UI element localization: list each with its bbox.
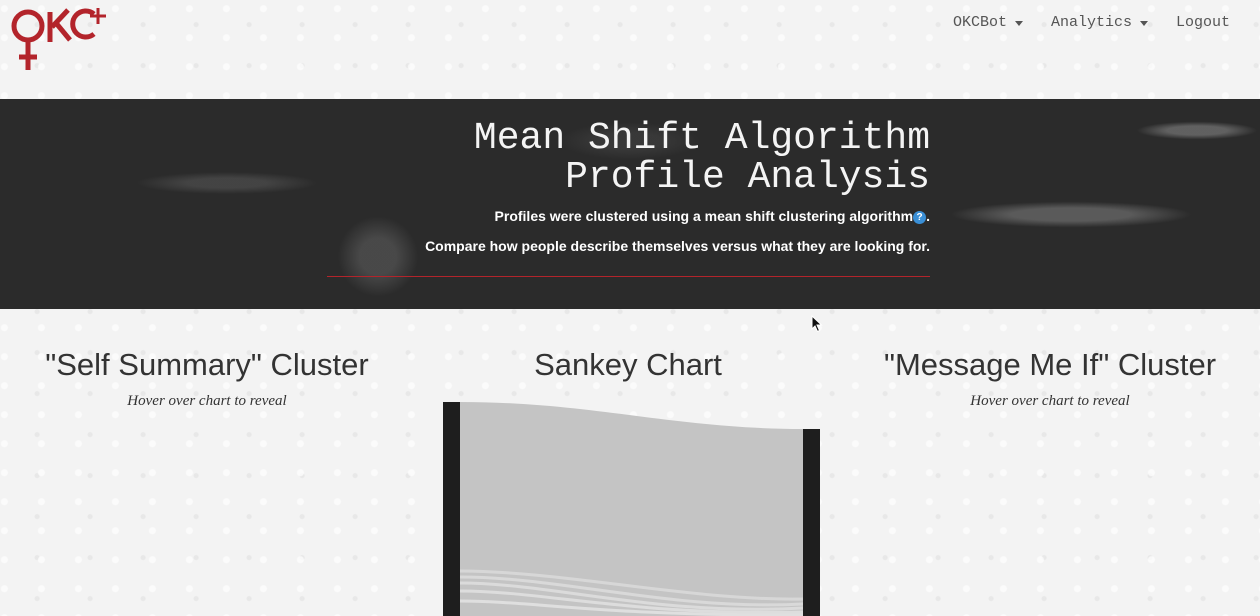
hero-description-1: Profiles were clustered using a mean shi… <box>495 208 930 224</box>
sankey-chart[interactable] <box>443 401 821 616</box>
nav-logout-link[interactable]: Logout <box>1176 14 1230 31</box>
main-nav: OKCBot Analytics Logout <box>953 14 1230 31</box>
self-summary-cluster-hint: Hover over chart to reveal <box>127 393 287 409</box>
nav-logout-label: Logout <box>1175 14 1230 31</box>
chevron-down-icon <box>1139 21 1148 26</box>
page-title: Mean Shift Algorithm Profile Analysis <box>474 119 930 197</box>
navbar: OKCBot Analytics Logout <box>0 0 1260 99</box>
okc-plus-logo[interactable] <box>6 6 110 72</box>
nav-okcbot-dropdown[interactable]: OKCBot <box>953 14 1023 31</box>
nav-analytics-label: Analytics <box>1050 14 1132 31</box>
hero-description-1-end: . <box>926 208 930 224</box>
message-me-if-cluster-hint: Hover over chart to reveal <box>970 393 1130 409</box>
sankey-node-left <box>443 402 460 616</box>
nav-analytics-dropdown[interactable]: Analytics <box>1051 14 1148 31</box>
hero-description-1-text: Profiles were clustered using a mean shi… <box>494 208 914 224</box>
chevron-down-icon <box>1014 21 1023 26</box>
page-title-line2: Profile Analysis <box>565 156 930 199</box>
mouse-pointer-icon <box>811 315 823 333</box>
message-me-if-cluster-title: "Message Me If" Cluster <box>883 347 1217 382</box>
sankey-chart-title: Sankey Chart <box>534 347 722 382</box>
hero-description-2: Compare how people describe themselves v… <box>425 238 930 254</box>
sankey-link-main <box>460 402 803 616</box>
nav-okcbot-label: OKCBot <box>952 14 1007 31</box>
sankey-node-right <box>803 429 820 616</box>
help-icon[interactable]: ? <box>913 211 927 224</box>
hero-banner: Mean Shift Algorithm Profile Analysis Pr… <box>0 99 1260 309</box>
page-title-line1: Mean Shift Algorithm <box>473 117 930 160</box>
self-summary-cluster-title: "Self Summary" Cluster <box>45 347 369 382</box>
hero-divider <box>327 276 930 277</box>
